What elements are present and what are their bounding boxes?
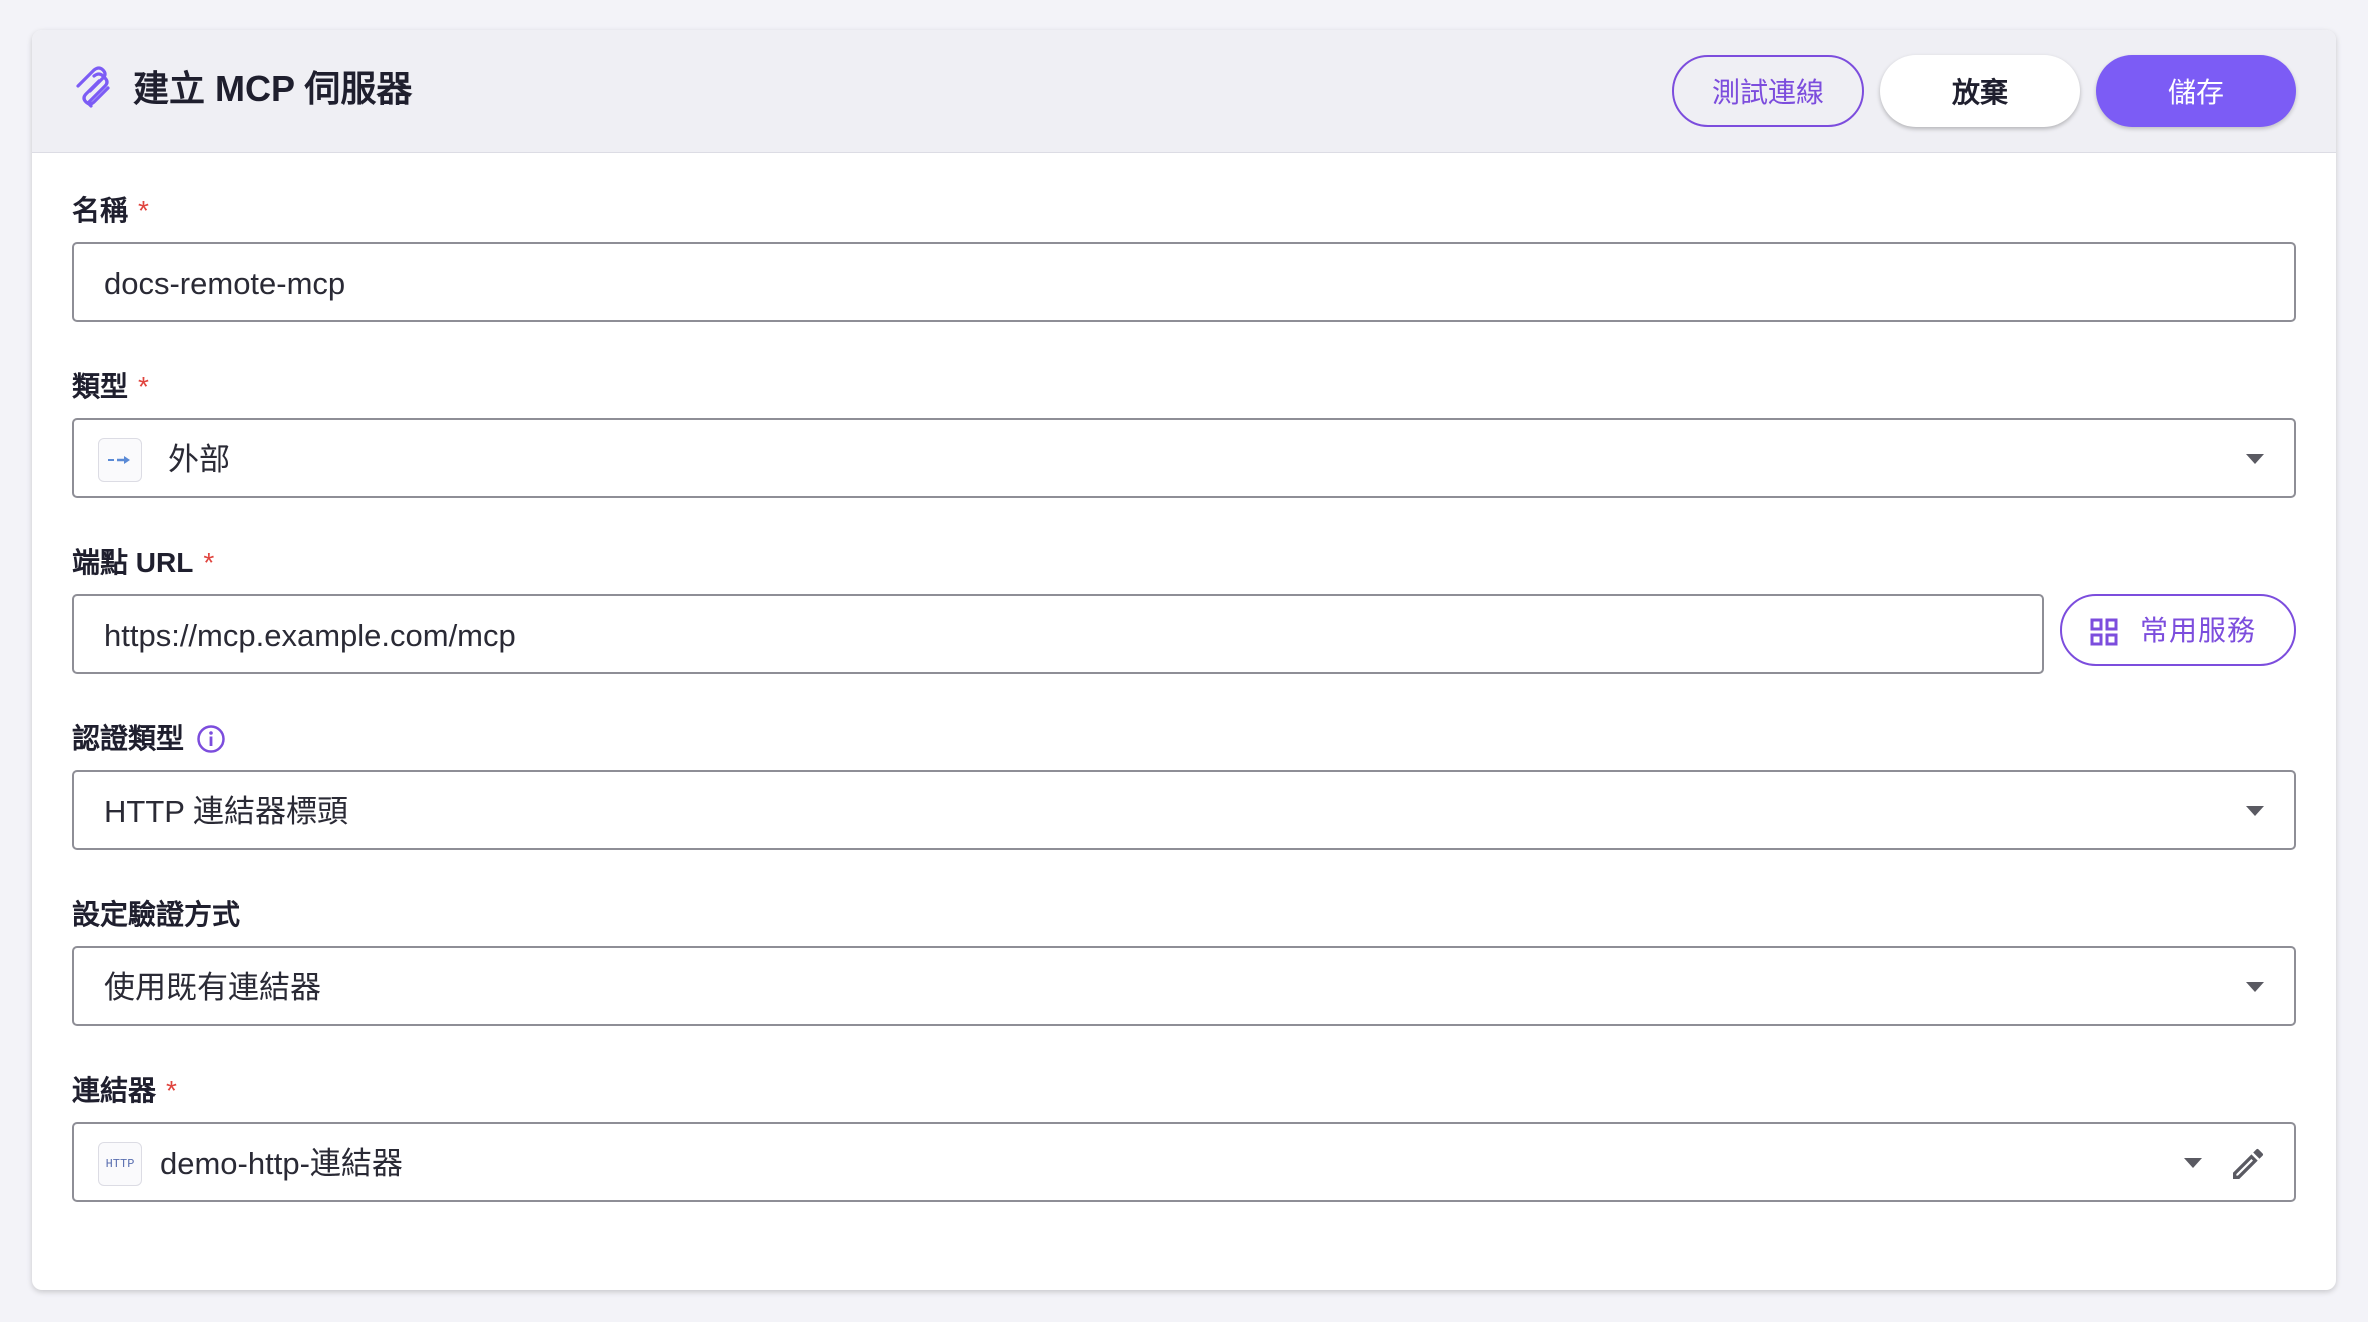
discard-button[interactable]: 放棄: [1880, 55, 2080, 127]
auth-method-label: 設定驗證方式: [72, 897, 240, 933]
endpoint-url-input[interactable]: https://mcp.example.com/mcp: [72, 594, 2044, 674]
type-select-value: 外部: [168, 442, 230, 477]
external-type-icon: [98, 438, 142, 482]
page-title: 建立 MCP 伺服器: [133, 68, 413, 109]
endpoint-label: 端點 URL *: [72, 545, 214, 581]
common-services-label: 常用服務: [2140, 615, 2257, 646]
info-icon[interactable]: [196, 724, 226, 754]
save-button[interactable]: 儲存: [2096, 55, 2296, 127]
required-marker: *: [203, 547, 215, 578]
type-label: 類型 *: [72, 369, 149, 405]
chevron-down-icon[interactable]: [2184, 1158, 2202, 1168]
auth-type-value: HTTP 連結器標頭: [104, 794, 348, 829]
common-services-button[interactable]: 常用服務: [2060, 594, 2296, 666]
type-label-text: 類型: [72, 371, 129, 402]
grid-icon: [2090, 618, 2118, 646]
chevron-down-icon: [2246, 454, 2264, 464]
edit-pencil-icon[interactable]: [2228, 1144, 2268, 1184]
name-input[interactable]: docs-remote-mcp: [72, 242, 2296, 322]
chevron-down-icon: [2246, 982, 2264, 992]
name-input-value: docs-remote-mcp: [104, 266, 346, 301]
test-connection-button[interactable]: 測試連線: [1672, 55, 1864, 127]
auth-method-label-text: 設定驗證方式: [72, 899, 241, 930]
auth-type-select[interactable]: HTTP 連結器標頭: [72, 770, 2296, 850]
auth-type-label-text: 認證類型: [72, 723, 185, 754]
http-icon-text: HTTP: [105, 1157, 135, 1171]
connector-value: demo-http-連結器: [160, 1146, 403, 1181]
name-label: 名稱 *: [72, 193, 149, 229]
connector-select[interactable]: HTTP demo-http-連結器: [72, 1122, 2296, 1202]
name-label-text: 名稱: [72, 195, 129, 226]
chevron-down-icon: [2246, 806, 2264, 816]
auth-method-select[interactable]: 使用既有連結器: [72, 946, 2296, 1026]
required-marker: *: [138, 371, 149, 402]
connector-label-text: 連結器: [72, 1075, 157, 1106]
auth-type-label: 認證類型: [72, 721, 226, 757]
header-bar: 建立 MCP 伺服器 測試連線 放棄 儲存: [32, 30, 2336, 153]
create-mcp-server-card: 建立 MCP 伺服器 測試連線 放棄 儲存 名稱 * docs-remote-m…: [32, 30, 2336, 1290]
required-marker: *: [166, 1075, 177, 1106]
arrow-right-icon: [108, 456, 130, 464]
required-marker: *: [138, 195, 149, 226]
endpoint-label-text: 端點 URL: [72, 547, 194, 578]
auth-method-value: 使用既有連結器: [104, 970, 321, 1005]
connector-label: 連結器 *: [72, 1073, 177, 1109]
http-connector-icon: HTTP: [98, 1142, 142, 1186]
endpoint-url-value: https://mcp.example.com/mcp: [104, 618, 516, 653]
mcp-logo-icon: [76, 66, 110, 108]
type-select[interactable]: 外部: [72, 418, 2296, 498]
